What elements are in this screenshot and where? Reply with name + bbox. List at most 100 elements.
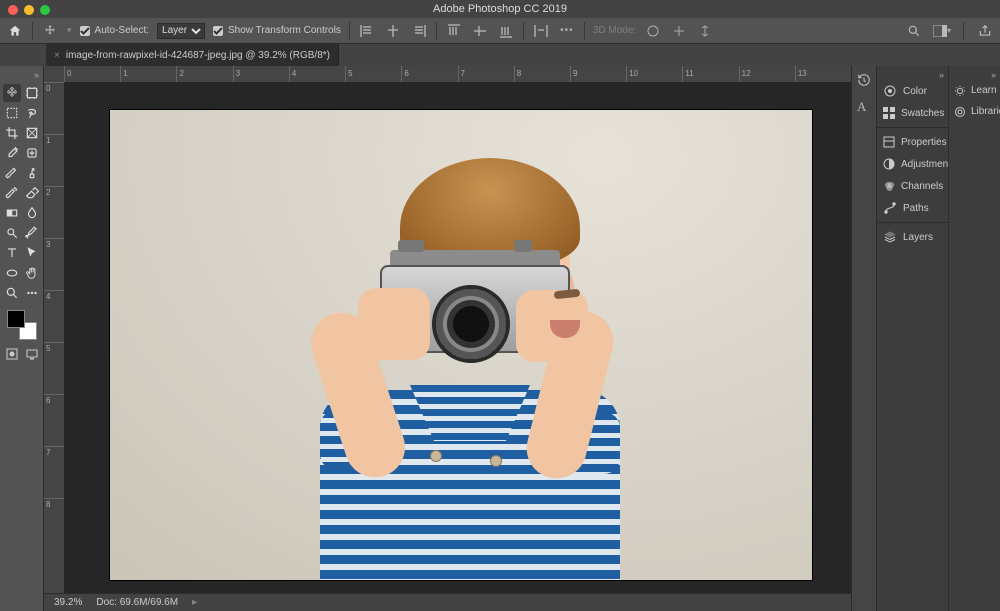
far-right-panel-list: » Learn Libraries — [948, 66, 1000, 611]
move-tool-indicator[interactable] — [41, 22, 59, 40]
collapse-tools-button[interactable]: » — [34, 70, 39, 80]
minimize-window-button[interactable] — [24, 5, 34, 15]
home-button[interactable] — [6, 22, 24, 40]
panel-paths[interactable]: Paths — [877, 197, 948, 219]
distribute-button[interactable] — [532, 22, 550, 40]
align-top-button[interactable] — [445, 22, 463, 40]
move-icon — [43, 24, 57, 38]
lasso-icon — [25, 106, 39, 120]
align-left-button[interactable] — [358, 22, 376, 40]
move-tool[interactable] — [3, 84, 21, 102]
history-panel-button[interactable] — [856, 72, 872, 88]
status-flyout-button[interactable]: ▸ — [192, 597, 197, 608]
collapse-far-right-button[interactable]: » — [991, 70, 996, 80]
close-tab-button[interactable]: × — [54, 50, 60, 61]
panel-list: » Color Swatches Properties Adjustments … — [876, 66, 948, 611]
auto-select-mode-select[interactable]: Layer — [157, 23, 205, 39]
panel-label: Layers — [903, 232, 933, 243]
ellipse-icon — [5, 266, 19, 280]
ellipse-tool[interactable] — [3, 264, 21, 282]
eraser-tool[interactable] — [23, 184, 41, 202]
crop-tool[interactable] — [3, 124, 21, 142]
canvas-area[interactable] — [64, 82, 851, 593]
path-select-tool[interactable] — [23, 244, 41, 262]
workspace-switcher-button[interactable]: ▾ — [933, 22, 951, 40]
panel-channels[interactable]: Channels — [877, 175, 948, 197]
spot-heal-tool[interactable] — [23, 144, 41, 162]
orbit-icon — [646, 24, 660, 38]
panel-swatches[interactable]: Swatches — [877, 102, 948, 124]
screen-mode-button[interactable] — [24, 346, 40, 362]
document-canvas[interactable] — [110, 110, 812, 580]
threeD-dolly-button[interactable] — [696, 22, 714, 40]
threeD-pan-button[interactable] — [670, 22, 688, 40]
share-button[interactable] — [976, 22, 994, 40]
align-right-button[interactable] — [410, 22, 428, 40]
pen-tool[interactable] — [23, 224, 41, 242]
marquee-tool[interactable] — [3, 104, 21, 122]
frame-tool[interactable] — [23, 124, 41, 142]
document-tab[interactable]: × image-from-rawpixel-id-424687-jpeg.jpg… — [46, 44, 339, 66]
collapse-panels-button[interactable]: » — [939, 70, 944, 80]
zoom-tool[interactable] — [3, 284, 21, 302]
align-left-icon — [360, 25, 374, 37]
edit-toolbar-tool[interactable] — [23, 284, 41, 302]
align-center-v-button[interactable] — [471, 22, 489, 40]
auto-select-checkbox[interactable]: Auto-Select: — [80, 25, 149, 36]
panel-label: Swatches — [901, 108, 944, 119]
tool-dropdown-caret[interactable]: ▾ — [67, 25, 72, 36]
align-more-button[interactable]: ••• — [558, 22, 576, 40]
workspace: 012345678910111213 012345678 — [44, 66, 851, 611]
artboard-tool[interactable] — [23, 84, 41, 102]
photo-subject-hand — [358, 288, 430, 360]
character-panel-button[interactable]: A — [856, 98, 872, 114]
lasso-tool[interactable] — [23, 104, 41, 122]
type-tool[interactable] — [3, 244, 21, 262]
foreground-color-swatch[interactable] — [7, 310, 25, 328]
clone-tool[interactable] — [23, 164, 41, 182]
edit-toolbar-icon — [25, 286, 39, 300]
eyedropper-tool[interactable] — [3, 144, 21, 162]
panel-learn[interactable]: Learn — [949, 80, 1000, 101]
history-icon — [857, 73, 871, 87]
marquee-icon — [5, 106, 19, 120]
path-select-icon — [25, 246, 39, 260]
dodge-tool[interactable] — [3, 224, 21, 242]
photo-shirt-button-icon — [430, 450, 442, 462]
learn-icon — [954, 84, 966, 97]
panel-properties[interactable]: Properties — [877, 131, 948, 153]
home-icon — [8, 24, 22, 38]
align-bottom-button[interactable] — [497, 22, 515, 40]
right-panel-area: A » Color Swatches Properties Adjustment… — [851, 66, 1000, 611]
brush-tool[interactable] — [3, 164, 21, 182]
color-swatches[interactable] — [7, 310, 37, 340]
show-transform-checkbox[interactable]: Show Transform Controls — [213, 25, 341, 36]
separator — [584, 22, 585, 40]
panel-adjustments[interactable]: Adjustments — [877, 153, 948, 175]
panel-color[interactable]: Color — [877, 80, 948, 102]
channels-icon — [883, 179, 895, 193]
doc-size[interactable]: Doc: 69.6M/69.6M — [96, 597, 178, 608]
pen-icon — [25, 226, 39, 240]
close-window-button[interactable] — [8, 5, 18, 15]
status-bar: 39.2% Doc: 69.6M/69.6M ▸ — [44, 593, 851, 611]
screen-mode-icon — [26, 348, 38, 360]
ruler-horizontal[interactable]: 012345678910111213 — [44, 66, 851, 82]
ruler-vertical[interactable]: 012345678 — [44, 82, 64, 593]
gradient-tool[interactable] — [3, 204, 21, 222]
history-brush-tool[interactable] — [3, 184, 21, 202]
blur-tool[interactable] — [23, 204, 41, 222]
quick-mask-button[interactable] — [4, 346, 20, 362]
hand-tool[interactable] — [23, 264, 41, 282]
artboard-icon — [25, 86, 39, 100]
threeD-orbit-button[interactable] — [644, 22, 662, 40]
checkbox-on-icon — [80, 26, 90, 36]
zoom-level[interactable]: 39.2% — [54, 597, 82, 608]
panel-libraries[interactable]: Libraries — [949, 101, 1000, 122]
dolly-icon — [698, 24, 712, 38]
align-center-h-button[interactable] — [384, 22, 402, 40]
zoom-window-button[interactable] — [40, 5, 50, 15]
share-icon — [978, 24, 992, 38]
panel-layers[interactable]: Layers — [877, 226, 948, 248]
search-button[interactable] — [905, 22, 923, 40]
